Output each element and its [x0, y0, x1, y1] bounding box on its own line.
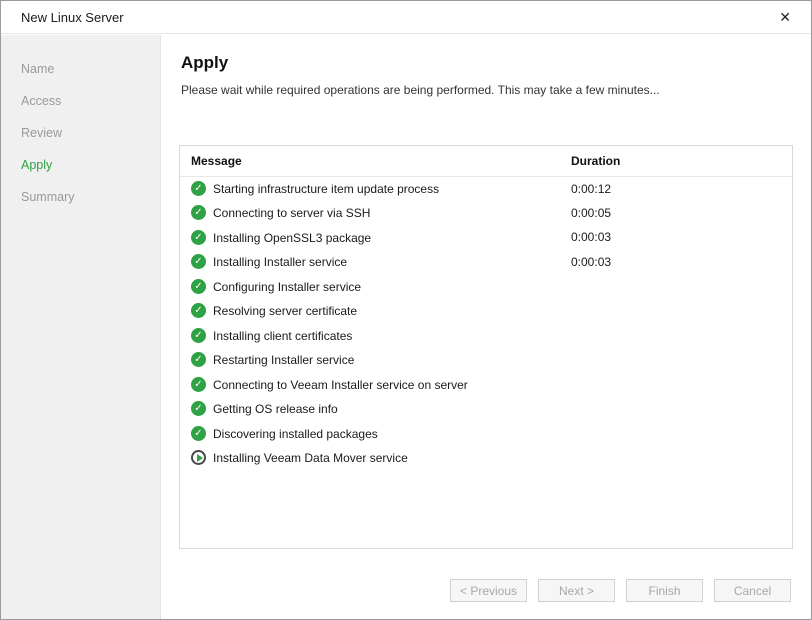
progress-table-grid: Message Duration Starting infrastructure…: [180, 146, 792, 470]
table-row: Connecting to Veeam Installer service on…: [180, 372, 792, 397]
check-icon: [191, 426, 206, 441]
duration-text: [560, 348, 792, 373]
page-title: Apply: [181, 53, 793, 73]
duration-text: 0:00:12: [560, 176, 792, 201]
message-text: Getting OS release info: [213, 402, 338, 416]
check-icon: [191, 181, 206, 196]
duration-text: [560, 446, 792, 471]
check-icon: [191, 205, 206, 220]
table-row: Installing client certificates: [180, 323, 792, 348]
cancel-button[interactable]: Cancel: [714, 579, 791, 602]
table-row: Resolving server certificate: [180, 299, 792, 324]
duration-text: [560, 397, 792, 422]
sidebar-item-name[interactable]: Name: [1, 53, 160, 85]
duration-text: [560, 274, 792, 299]
check-icon: [191, 254, 206, 269]
finish-button[interactable]: Finish: [626, 579, 703, 602]
check-icon: [191, 303, 206, 318]
sidebar-item-review[interactable]: Review: [1, 117, 160, 149]
window-title: New Linux Server: [21, 10, 124, 25]
check-icon: [191, 377, 206, 392]
message-text: Installing OpenSSL3 package: [213, 230, 371, 244]
duration-text: [560, 299, 792, 324]
check-icon: [191, 279, 206, 294]
duration-text: 0:00:05: [560, 201, 792, 226]
message-text: Installing client certificates: [213, 328, 352, 342]
message-text: Discovering installed packages: [213, 426, 378, 440]
message-text: Installing Installer service: [213, 255, 347, 269]
next-button[interactable]: Next >: [538, 579, 615, 602]
sidebar-item-summary[interactable]: Summary: [1, 181, 160, 213]
sidebar-item-access[interactable]: Access: [1, 85, 160, 117]
wizard-body: NameAccessReviewApplySummary Apply Pleas…: [1, 35, 811, 619]
sidebar-item-apply[interactable]: Apply: [1, 149, 160, 181]
page-description: Please wait while required operations ar…: [181, 83, 793, 97]
table-row: Connecting to server via SSH 0:00:05: [180, 201, 792, 226]
titlebar: New Linux Server ✕: [1, 1, 811, 34]
duration-text: [560, 372, 792, 397]
table-row: Installing OpenSSL3 package 0:00:03: [180, 225, 792, 250]
message-text: Installing Veeam Data Mover service: [213, 451, 408, 465]
message-text: Connecting to Veeam Installer service on…: [213, 377, 468, 391]
message-text: Restarting Installer service: [213, 353, 354, 367]
duration-text: [560, 323, 792, 348]
table-row: Getting OS release info: [180, 397, 792, 422]
progress-table-body: Starting infrastructure item update proc…: [180, 176, 792, 470]
table-header-row: Message Duration: [180, 146, 792, 176]
message-text: Starting infrastructure item update proc…: [213, 182, 439, 196]
table-row: Restarting Installer service: [180, 348, 792, 373]
message-text: Connecting to server via SSH: [213, 206, 370, 220]
message-text: Configuring Installer service: [213, 279, 361, 293]
duration-text: 0:00:03: [560, 250, 792, 275]
check-icon: [191, 401, 206, 416]
check-icon: [191, 230, 206, 245]
table-row: Installing Veeam Data Mover service: [180, 446, 792, 471]
duration-text: 0:00:03: [560, 225, 792, 250]
progress-table: Message Duration Starting infrastructure…: [179, 145, 793, 549]
wizard-steps: NameAccessReviewApplySummary: [1, 35, 161, 619]
message-text: Resolving server certificate: [213, 304, 357, 318]
table-row: Starting infrastructure item update proc…: [180, 176, 792, 201]
apply-step-content: Apply Please wait while required operati…: [161, 35, 811, 619]
column-header-message: Message: [180, 146, 560, 176]
column-header-duration: Duration: [560, 146, 792, 176]
in-progress-icon: [191, 450, 206, 465]
previous-button[interactable]: < Previous: [450, 579, 527, 602]
wizard-buttons: < Previous Next > Finish Cancel: [450, 579, 791, 602]
close-icon[interactable]: ✕: [775, 8, 795, 26]
check-icon: [191, 328, 206, 343]
table-row: Configuring Installer service: [180, 274, 792, 299]
duration-text: [560, 421, 792, 446]
check-icon: [191, 352, 206, 367]
new-linux-server-window: New Linux Server ✕ NameAccessReviewApply…: [0, 0, 812, 620]
table-row: Discovering installed packages: [180, 421, 792, 446]
table-row: Installing Installer service 0:00:03: [180, 250, 792, 275]
